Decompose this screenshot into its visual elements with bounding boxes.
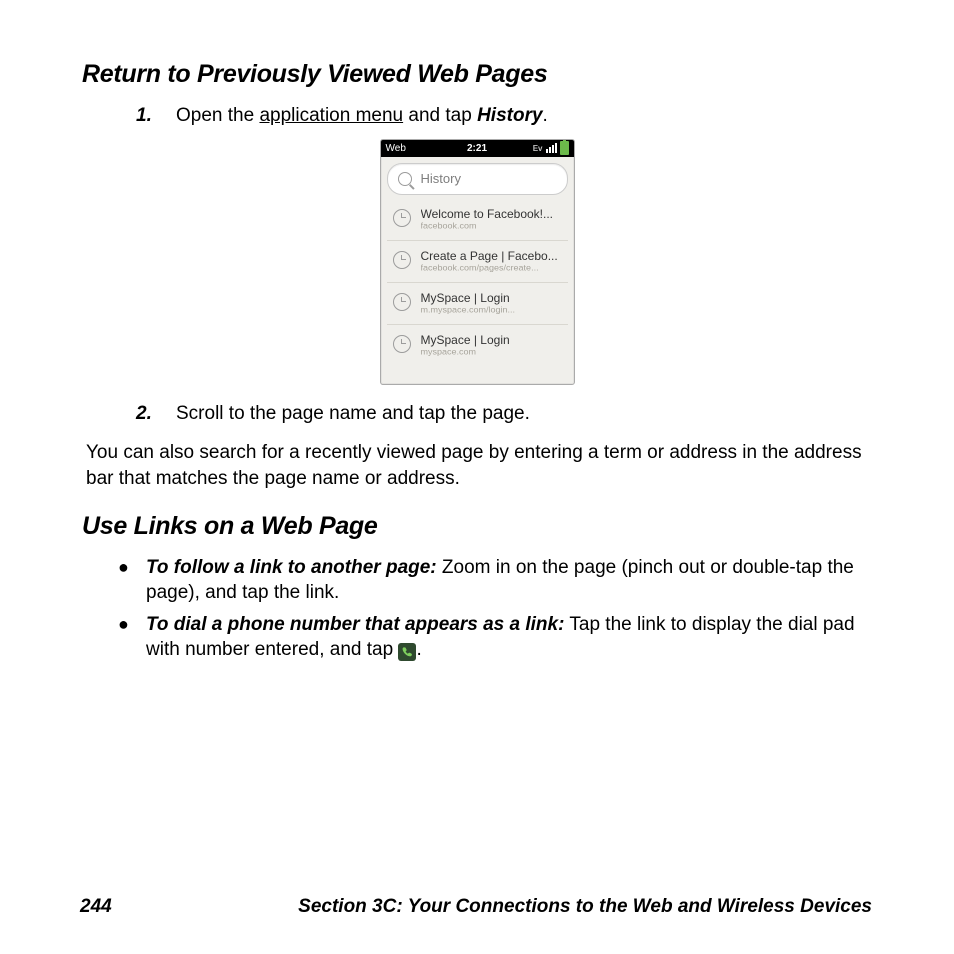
clock-icon: [393, 209, 411, 227]
step-2: 2. Scroll to the page name and tap the p…: [136, 401, 872, 427]
search-placeholder: History: [421, 171, 461, 186]
history-title: Welcome to Facebook!...: [421, 207, 564, 221]
step-number: 2.: [136, 401, 158, 427]
history-title: MySpace | Login: [421, 291, 564, 305]
step-1: 1. Open the application menu and tap His…: [136, 103, 872, 129]
history-item[interactable]: MySpace | Login m.myspace.com/login...: [387, 283, 568, 325]
page-footer: 244 Section 3C: Your Connections to the …: [80, 896, 872, 918]
history-item[interactable]: Create a Page | Facebo... facebook.com/p…: [387, 241, 568, 283]
bullet-icon: ●: [118, 555, 136, 606]
body-paragraph: You can also search for a recently viewe…: [86, 440, 868, 491]
search-icon: [398, 172, 412, 186]
dial-icon: [398, 643, 416, 661]
bullet-icon: ●: [118, 612, 136, 663]
step-number: 1.: [136, 103, 158, 129]
text: .: [416, 639, 421, 660]
clock: 2:21: [381, 143, 574, 154]
history-item[interactable]: MySpace | Login myspace.com: [387, 325, 568, 366]
history-item[interactable]: Welcome to Facebook!... facebook.com: [387, 199, 568, 241]
bullet-follow-link: ● To follow a link to another page: Zoom…: [118, 555, 872, 606]
battery-icon: [560, 141, 569, 155]
history-title: MySpace | Login: [421, 333, 564, 347]
text: and tap: [403, 105, 477, 126]
history-url: myspace.com: [421, 347, 564, 357]
phone-status-bar: Web 2:21 Ev: [381, 140, 574, 157]
link-application-menu[interactable]: application menu: [259, 105, 403, 126]
history-title: Create a Page | Facebo...: [421, 249, 564, 263]
text: .: [543, 105, 548, 126]
term-history: History: [477, 105, 542, 126]
heading-use-links: Use Links on a Web Page: [82, 512, 872, 541]
step-text: Open the application menu and tap Histor…: [176, 103, 872, 129]
text: Open the: [176, 105, 259, 126]
step-text: Scroll to the page name and tap the page…: [176, 401, 872, 427]
clock-icon: [393, 335, 411, 353]
bullet-dial-number: ● To dial a phone number that appears as…: [118, 612, 872, 663]
document-page: Return to Previously Viewed Web Pages 1.…: [0, 0, 954, 954]
heading-return: Return to Previously Viewed Web Pages: [82, 60, 872, 89]
page-number: 244: [80, 896, 112, 918]
history-url: facebook.com/pages/create...: [421, 263, 564, 273]
section-label: Section 3C: Your Connections to the Web …: [298, 896, 872, 918]
bullet-text: To follow a link to another page: Zoom i…: [146, 555, 872, 606]
bullet-text: To dial a phone number that appears as a…: [146, 612, 872, 663]
history-url: m.myspace.com/login...: [421, 305, 564, 315]
history-list: Welcome to Facebook!... facebook.com Cre…: [387, 199, 568, 366]
clock-icon: [393, 293, 411, 311]
history-url: facebook.com: [421, 221, 564, 231]
clock-icon: [393, 251, 411, 269]
lead-in: To dial a phone number that appears as a…: [146, 614, 564, 635]
phone-screenshot: Web 2:21 Ev History Welcome to Facebook!…: [380, 139, 575, 385]
history-search-field[interactable]: History: [387, 163, 568, 195]
lead-in: To follow a link to another page:: [146, 557, 437, 578]
